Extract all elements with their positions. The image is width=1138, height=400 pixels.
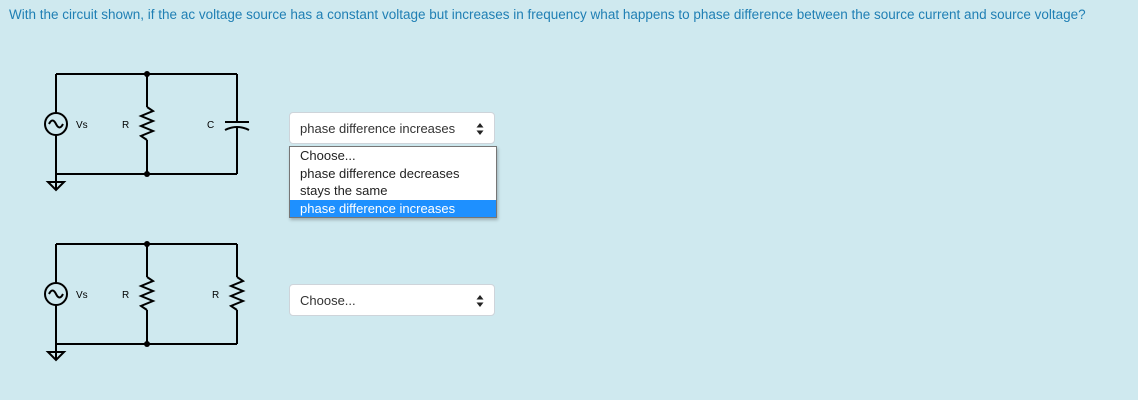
capacitor-label-1: C (207, 120, 214, 131)
dropdown-option[interactable]: phase difference decreases (290, 165, 496, 183)
dropdown-option-highlighted[interactable]: phase difference increases (290, 199, 496, 217)
select-2-value: Choose... (300, 292, 356, 308)
select-1-value: phase difference increases (300, 120, 456, 136)
answer-select-1[interactable]: phase difference increases (289, 112, 495, 144)
source-label-1: Vs (76, 120, 88, 131)
question-text: With the circuit shown, if the ac voltag… (9, 7, 1086, 22)
circuit-diagram-1: Vs R C (44, 71, 250, 192)
circuit-diagram-2: Vs R R (44, 241, 246, 362)
answer-select-2[interactable]: Choose... (289, 284, 495, 316)
dropdown-option[interactable]: stays the same (290, 182, 496, 200)
select-1-dropdown-list: Choose... phase difference decreases sta… (289, 146, 497, 218)
resistor-label-1: R (122, 120, 129, 131)
source-label-2: Vs (76, 290, 88, 301)
resistor-label-2a: R (122, 290, 129, 301)
select-arrows-icon (476, 123, 484, 135)
resistor-label-2b: R (212, 290, 219, 301)
dropdown-option[interactable]: Choose... (290, 147, 496, 165)
select-arrows-icon (476, 295, 484, 307)
